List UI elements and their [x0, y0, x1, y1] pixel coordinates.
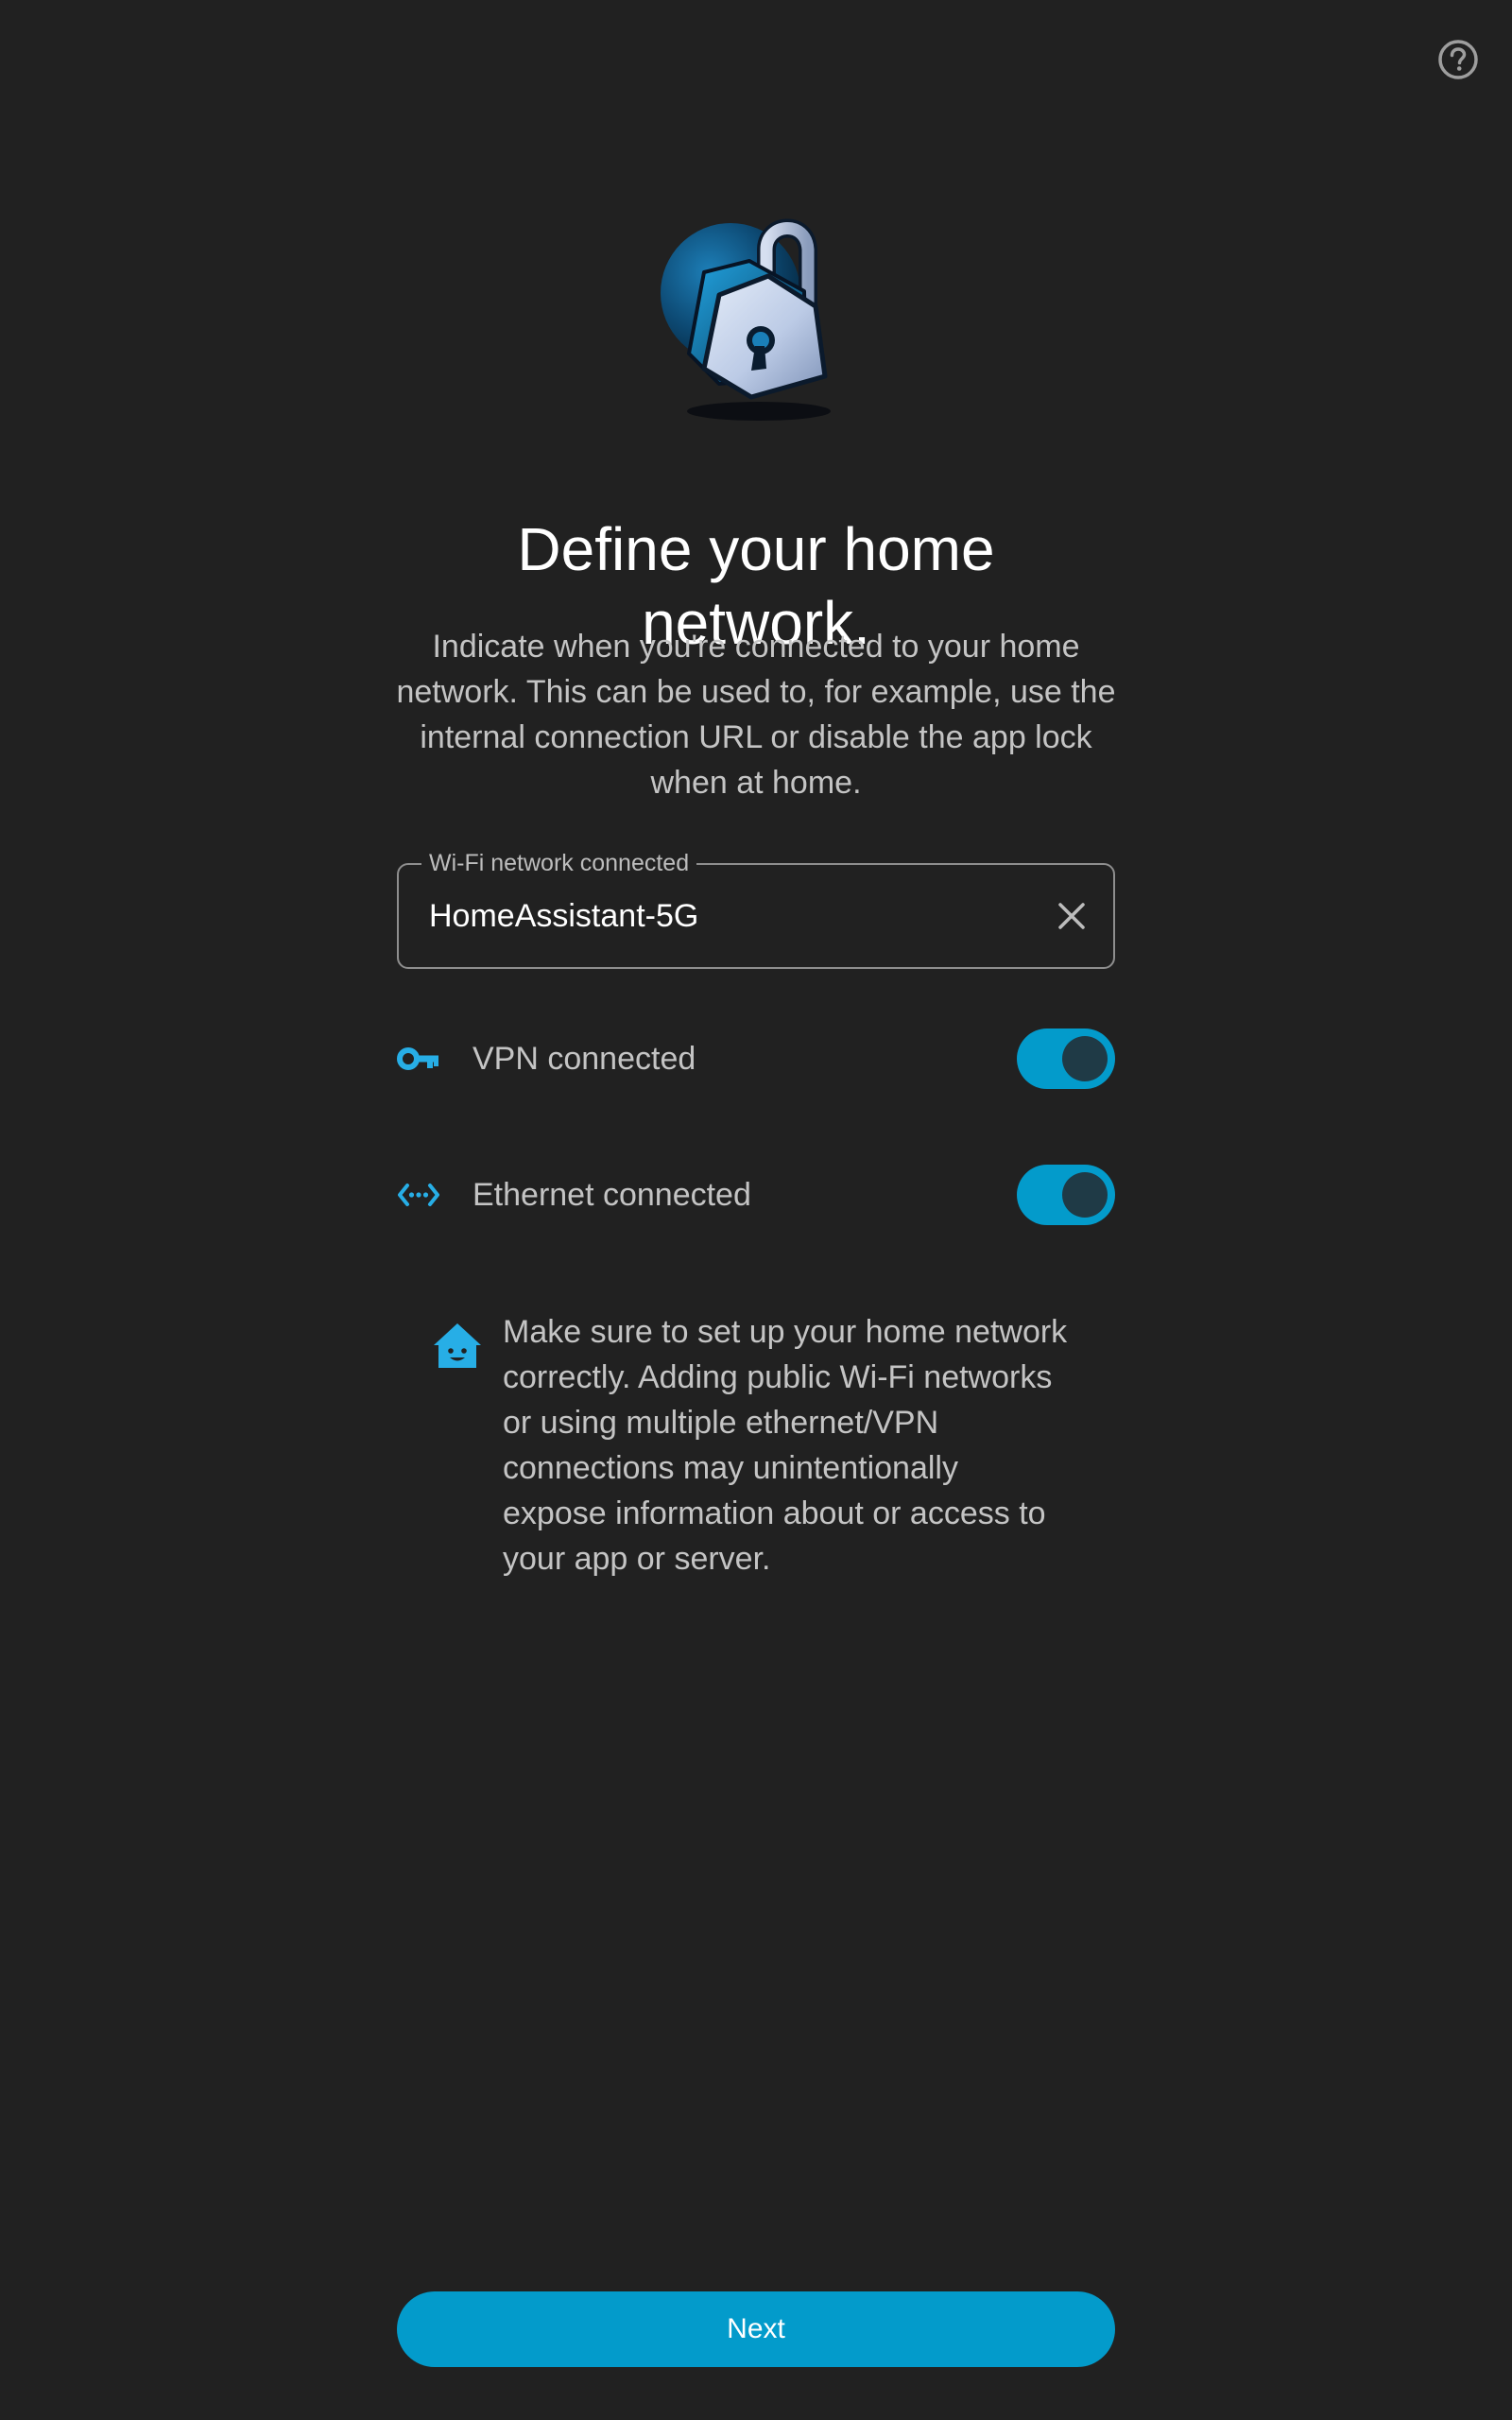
home-assistant-icon: [434, 1323, 481, 1368]
hero-illustration: [657, 208, 855, 425]
padlock-illustration: [661, 218, 831, 421]
close-icon: [1058, 903, 1085, 929]
wifi-field-value[interactable]: HomeAssistant-5G: [429, 897, 698, 935]
warning-note: Make sure to set up your home network co…: [433, 1309, 1085, 1582]
help-button[interactable]: [1436, 38, 1480, 81]
next-button[interactable]: Next: [397, 2291, 1115, 2367]
vpn-label: VPN connected: [472, 1040, 696, 1077]
vpn-switch[interactable]: [1017, 1028, 1115, 1089]
switch-thumb: [1062, 1172, 1108, 1218]
ethernet-toggle-row[interactable]: Ethernet connected: [397, 1164, 1115, 1226]
ethernet-switch[interactable]: [1017, 1165, 1115, 1225]
wifi-network-field[interactable]: Wi-Fi network connected HomeAssistant-5G: [397, 850, 1115, 969]
vpn-toggle-row[interactable]: VPN connected: [397, 1028, 1115, 1090]
wifi-field-label: Wi-Fi network connected: [421, 850, 697, 876]
page-description: Indicate when you're connected to your h…: [396, 629, 1116, 801]
switch-thumb: [1062, 1036, 1108, 1081]
key-icon: [397, 1037, 440, 1080]
ethernet-icon: [397, 1173, 440, 1217]
clear-button[interactable]: [1051, 895, 1092, 937]
warning-text: Make sure to set up your home network co…: [503, 1314, 1068, 1577]
help-circle-icon: [1438, 40, 1478, 79]
ethernet-label: Ethernet connected: [472, 1176, 751, 1213]
